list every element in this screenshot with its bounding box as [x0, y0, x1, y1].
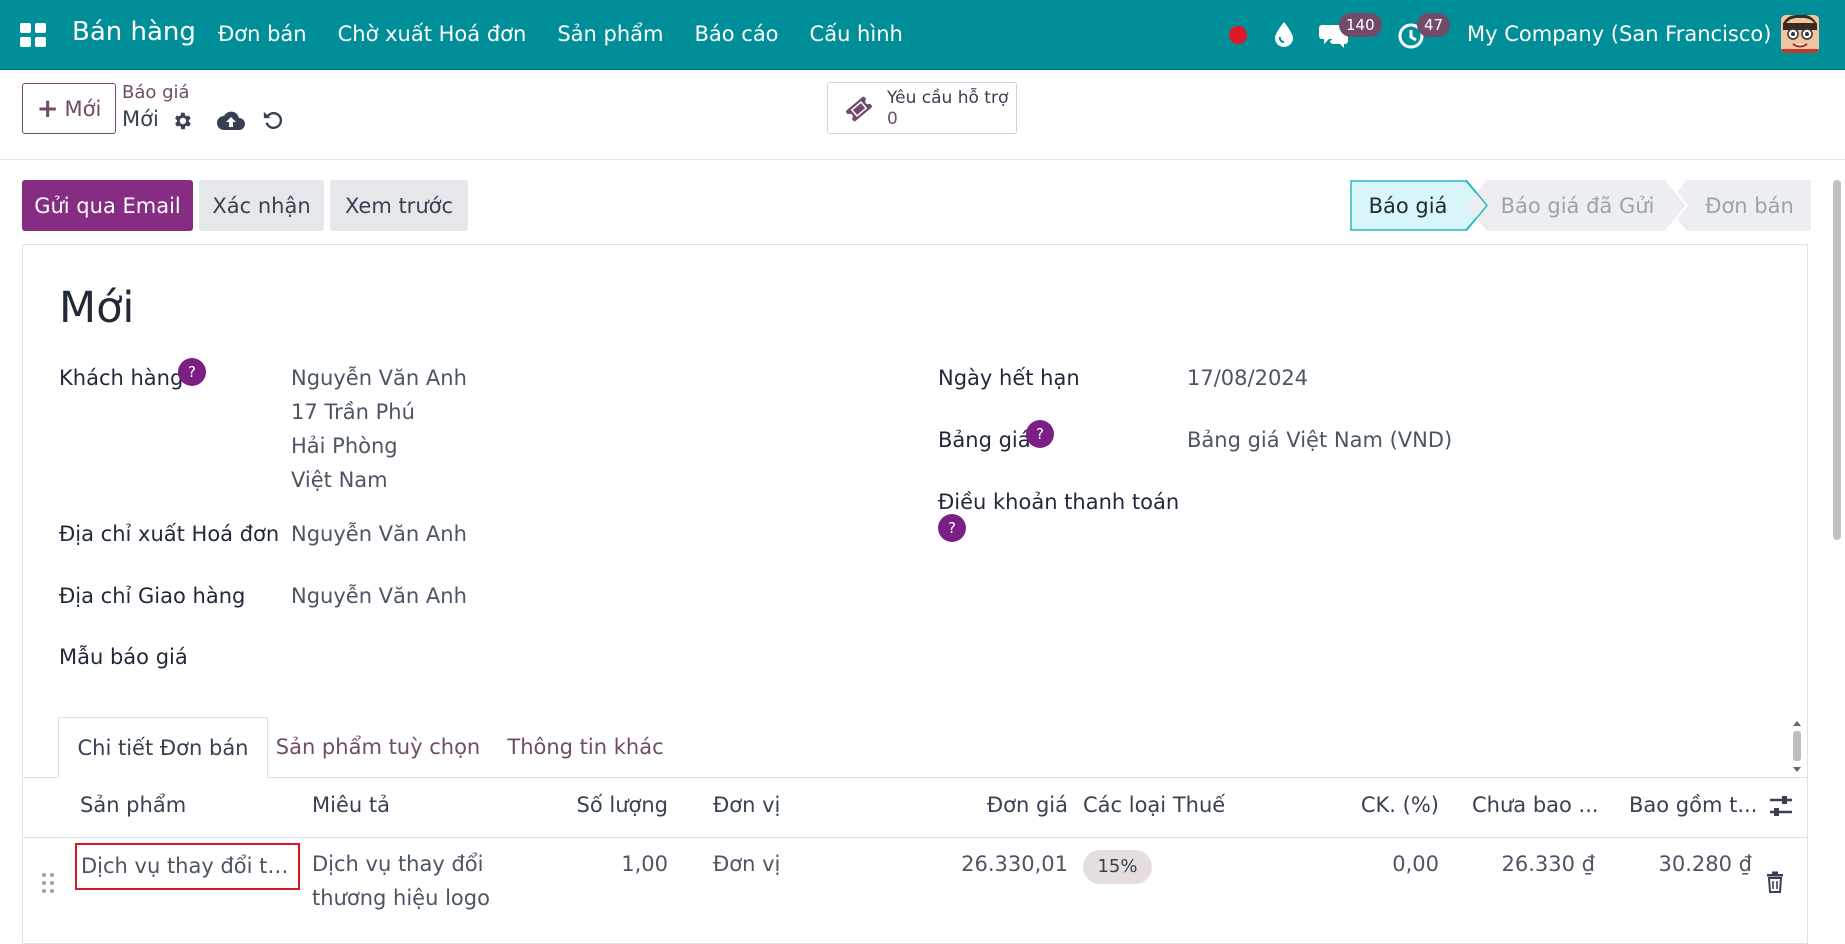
save-cloud-icon[interactable] — [217, 109, 245, 131]
customer-label: Khách hàng — [59, 366, 184, 390]
pricelist-help-icon[interactable]: ? — [1026, 420, 1054, 448]
customer-street: 17 Trần Phú — [291, 400, 415, 424]
column-header-uom[interactable]: Đơn vị — [713, 793, 780, 817]
column-header-unit-price[interactable]: Đơn giá — [900, 793, 1068, 817]
quotation-template-field[interactable] — [291, 645, 791, 673]
line-subtotal: 26.330 ₫ — [1501, 852, 1595, 876]
menu-item-configuration[interactable]: Cấu hình — [810, 22, 903, 46]
discard-undo-icon[interactable] — [262, 108, 284, 132]
pricelist-field[interactable]: Bảng giá Việt Nam (VND) — [1187, 428, 1452, 452]
delivery-address-field[interactable]: Nguyễn Văn Anh — [291, 584, 467, 608]
ticket-icon — [846, 96, 872, 122]
new-record-button[interactable]: + Mới — [22, 83, 116, 134]
customer-help-icon[interactable]: ? — [178, 358, 206, 386]
trash-icon[interactable] — [1765, 871, 1785, 893]
pricelist-label: Bảng giá — [938, 428, 1031, 452]
support-ticket-button[interactable]: Yêu cầu hỗ trợ 0 — [827, 82, 1017, 134]
customer-name[interactable]: Nguyễn Văn Anh — [291, 366, 467, 390]
customer-city: Hải Phòng — [291, 434, 398, 458]
tabs-scrollbar[interactable] — [1790, 719, 1804, 774]
notebook-tabs: Chi tiết Đơn bán Sản phẩm tuỳ chọn Thông… — [22, 717, 1808, 778]
column-header-subtotal[interactable]: Chưa bao ... — [1472, 793, 1599, 817]
plus-icon: + — [36, 93, 59, 124]
payment-terms-help-icon[interactable]: ? — [938, 514, 966, 542]
page-scrollbar[interactable] — [1831, 170, 1843, 931]
invoice-address-field[interactable]: Nguyễn Văn Anh — [291, 522, 467, 546]
page-scrollbar-thumb[interactable] — [1833, 180, 1841, 540]
menu-item-products[interactable]: Sản phẩm — [557, 22, 663, 46]
drag-handle-icon[interactable] — [41, 872, 55, 894]
optional-columns-sliders-icon[interactable] — [1768, 794, 1794, 818]
line-uom[interactable]: Đơn vị — [713, 852, 780, 876]
record-title: Mới — [59, 283, 135, 333]
column-header-taxes[interactable]: Các loại Thuế — [1083, 793, 1225, 817]
app-name[interactable]: Bán hàng — [72, 17, 196, 47]
line-product: Dịch vụ thay đổi thương hiệu logo — [81, 854, 295, 878]
control-panel: + Mới Báo giá Mới Yêu cầu hỗ trợ 0 — [0, 70, 1845, 160]
tab-order-lines[interactable]: Chi tiết Đơn bán — [58, 717, 268, 778]
status-bar: Báo giá Báo giá đã Gửi Đơn bán — [1350, 180, 1811, 231]
line-total: 30.280 ₫ — [1658, 852, 1752, 876]
menu-item-reporting[interactable]: Báo cáo — [694, 22, 778, 46]
line-discount[interactable]: 0,00 — [1300, 852, 1439, 876]
main-menu: Đơn bán Chờ xuất Hoá đơn Sản phẩm Báo cá… — [218, 22, 934, 46]
column-header-description[interactable]: Miêu tả — [312, 793, 390, 817]
stage-quotation-sent[interactable]: Báo giá đã Gửi — [1487, 180, 1668, 231]
record-status-dot-icon[interactable] — [1229, 26, 1247, 44]
line-description-1[interactable]: Dịch vụ thay đổi — [312, 852, 483, 876]
column-header-discount[interactable]: CK. (%) — [1300, 793, 1439, 817]
form-sheet — [22, 244, 1808, 944]
column-header-total[interactable]: Bao gồm t... — [1629, 793, 1757, 817]
invoice-address-label: Địa chỉ xuất Hoá đơn — [59, 522, 280, 546]
app-grid-icon[interactable] — [20, 23, 46, 47]
avatar-face-icon — [1781, 15, 1819, 53]
stage-sales-order[interactable]: Đơn bán — [1688, 180, 1811, 231]
payment-terms-field[interactable] — [1187, 490, 1687, 518]
support-label: Yêu cầu hỗ trợ — [887, 88, 1009, 108]
support-count: 0 — [887, 109, 898, 129]
payment-terms-label: Điều khoản thanh toán — [938, 490, 1180, 514]
tab-other-info[interactable]: Thông tin khác — [488, 717, 683, 777]
gear-icon[interactable] — [171, 110, 193, 132]
column-header-quantity[interactable]: Số lượng — [520, 793, 669, 817]
line-tax-badge[interactable]: 15% — [1083, 850, 1152, 884]
breadcrumb-current: Mới — [122, 107, 159, 131]
line-unit-price[interactable]: 26.330,01 — [900, 852, 1068, 876]
quotation-template-label: Mẫu báo giá — [59, 645, 188, 669]
line-description-2[interactable]: thương hiệu logo — [312, 886, 490, 910]
line-quantity[interactable]: 1,00 — [520, 852, 668, 876]
preview-button[interactable]: Xem trước — [330, 180, 468, 231]
messages-count-badge: 140 — [1339, 13, 1382, 37]
top-navbar: Bán hàng Đơn bán Chờ xuất Hoá đơn Sản ph… — [0, 0, 1845, 70]
activities-count-badge: 47 — [1417, 13, 1451, 37]
delivery-address-label: Địa chỉ Giao hàng — [59, 584, 246, 608]
confirm-button[interactable]: Xác nhận — [199, 180, 324, 231]
stage-quotation[interactable]: Báo giá — [1350, 180, 1466, 231]
new-button-label: Mới — [64, 96, 102, 121]
expiry-date-label: Ngày hết hạn — [938, 366, 1080, 390]
tab-optional-products[interactable]: Sản phẩm tuỳ chọn — [268, 717, 488, 777]
send-email-button[interactable]: Gửi qua Email — [22, 180, 193, 231]
product-cell-highlighted[interactable]: Dịch vụ thay đổi thương hiệu logo — [75, 843, 300, 890]
company-switcher[interactable]: My Company (San Francisco) — [1467, 22, 1771, 46]
customer-country: Việt Nam — [291, 468, 388, 492]
breadcrumb-parent-link[interactable]: Báo giá — [122, 82, 190, 103]
water-drop-icon[interactable] — [1272, 21, 1296, 47]
menu-item-to-invoice[interactable]: Chờ xuất Hoá đơn — [338, 22, 527, 46]
expiry-date-field[interactable]: 17/08/2024 — [1187, 366, 1308, 390]
column-header-product[interactable]: Sản phẩm — [80, 793, 186, 817]
table-header-divider — [22, 837, 1808, 838]
menu-item-orders[interactable]: Đơn bán — [218, 22, 307, 46]
user-avatar[interactable] — [1781, 15, 1819, 53]
